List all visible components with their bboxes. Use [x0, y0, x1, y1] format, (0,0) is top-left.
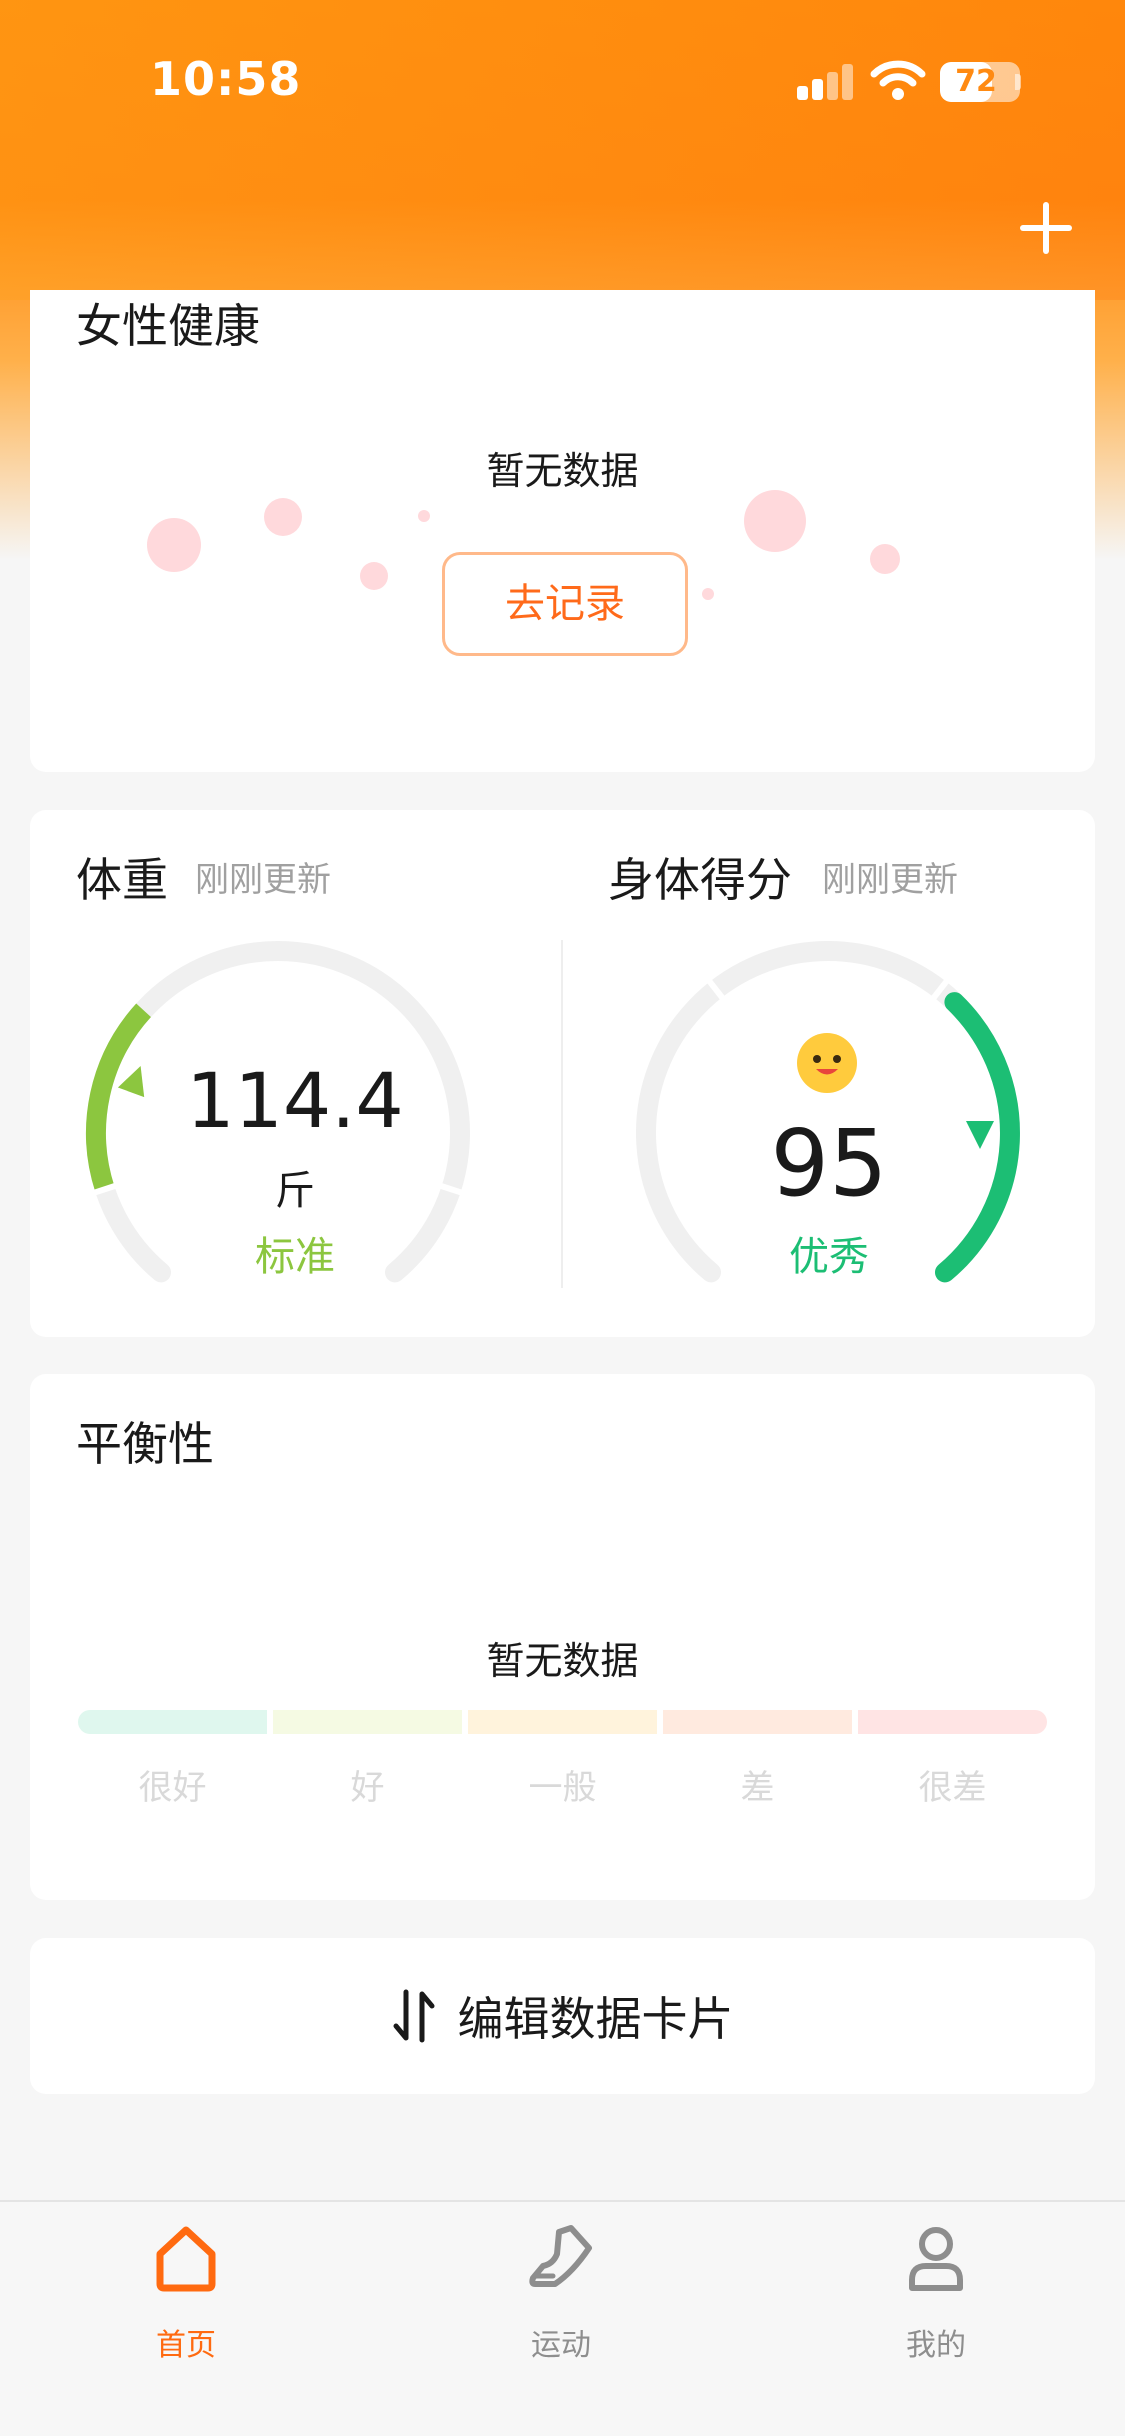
decor-dot: [264, 498, 302, 536]
balance-label-average: 一般: [528, 1768, 597, 1808]
decor-dot: [418, 510, 430, 522]
record-button[interactable]: 去记录: [442, 552, 688, 656]
women-health-empty: 暂无数据: [486, 449, 639, 493]
decor-dot: [744, 490, 806, 552]
weight-status: 标准: [255, 1234, 335, 1280]
decor-dot: [870, 544, 900, 574]
women-health-title: 女性健康: [76, 299, 260, 353]
add-button[interactable]: [1010, 190, 1086, 266]
status-time: 10:58: [150, 52, 302, 106]
decor-dot: [702, 588, 714, 600]
balance-label-very-good: 很好: [138, 1768, 207, 1808]
balance-scale-segment: [78, 1710, 267, 1734]
home-icon: [156, 2226, 216, 2292]
weight-unit: 斤: [275, 1168, 315, 1214]
score-value: 95: [770, 1110, 888, 1217]
score-title: 身体得分: [608, 853, 792, 907]
tab-home-label: 首页: [156, 2328, 216, 2363]
sneaker-icon: [529, 2225, 592, 2287]
metrics-card: 体重 刚刚更新 身体得分 刚刚更新 114.4 斤 标准 95 优秀: [30, 810, 1095, 1337]
user-icon: [909, 2227, 963, 2291]
battery-indicator: 72: [940, 62, 1020, 102]
tab-home[interactable]: 首页: [86, 2224, 286, 2374]
balance-scale-segment: [858, 1710, 1047, 1734]
decor-dot: [147, 518, 201, 572]
balance-scale-segment: [663, 1710, 852, 1734]
cellular-signal-icon: [797, 64, 855, 100]
balance-label-very-poor: 很差: [918, 1768, 987, 1808]
wifi-icon: [870, 60, 926, 100]
balance-label-poor: 差: [740, 1768, 775, 1808]
balance-card: 平衡性 暂无数据 很好 好 一般 差 很差: [30, 1374, 1095, 1900]
balance-empty: 暂无数据: [486, 1639, 639, 1683]
weight-updated: 刚刚更新: [195, 860, 331, 900]
tab-exercise-label: 运动: [531, 2328, 591, 2363]
score-status: 优秀: [789, 1234, 869, 1280]
sort-arrows-icon: [393, 1989, 434, 2043]
tab-bar: 首页 运动 我的: [0, 2200, 1125, 2436]
balance-title: 平衡性: [76, 1417, 214, 1471]
tab-exercise[interactable]: 运动: [461, 2224, 661, 2374]
edit-cards-button[interactable]: 编辑数据卡片: [30, 1938, 1095, 2094]
battery-tip: [1015, 74, 1021, 90]
weight-value: 114.4: [186, 1056, 404, 1145]
score-updated: 刚刚更新: [822, 860, 958, 900]
tab-mine[interactable]: 我的: [836, 2224, 1036, 2374]
edit-cards-label: 编辑数据卡片: [457, 1992, 734, 2046]
tab-mine-label: 我的: [906, 2328, 966, 2363]
weight-title: 体重: [76, 853, 168, 907]
decor-dot: [360, 562, 388, 590]
balance-label-good: 好: [350, 1768, 385, 1808]
smiley-face-icon: [797, 1033, 857, 1093]
battery-percent: 72: [955, 64, 997, 99]
balance-scale-segment: [273, 1710, 462, 1734]
balance-scale-segment: [468, 1710, 657, 1734]
women-health-card: 女性健康 暂无数据 去记录: [30, 290, 1095, 772]
